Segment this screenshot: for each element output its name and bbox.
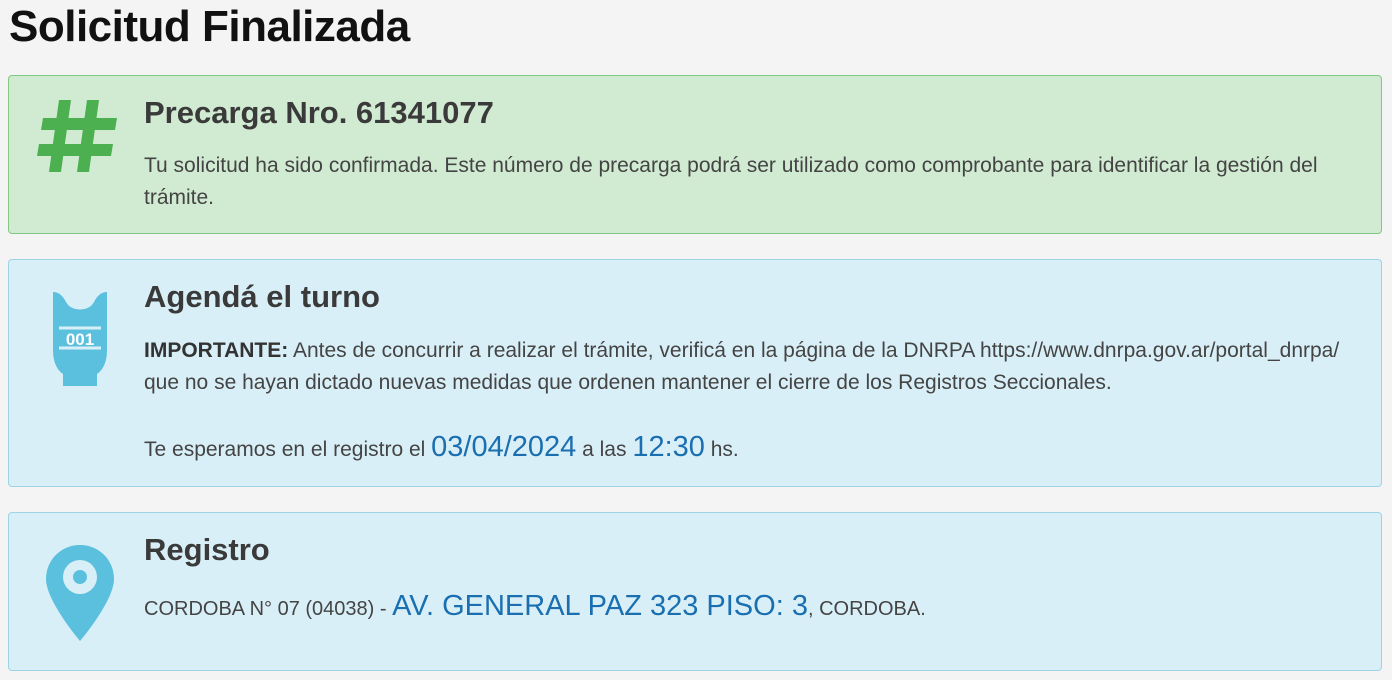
registro-suffix: , CORDOBA. bbox=[807, 598, 926, 620]
precarga-card: Precarga Nro. 61341077 Tu solicitud ha s… bbox=[8, 75, 1382, 234]
registro-card: Registro CORDOBA N° 07 (04038) - AV. GEN… bbox=[8, 512, 1382, 671]
important-text: Antes de concurrir a realizar el trámite… bbox=[144, 339, 1340, 394]
appointment-time: 12:30 bbox=[632, 431, 705, 463]
registro-street: AV. GENERAL PAZ 323 PISO: 3 bbox=[392, 590, 808, 622]
ticket-icon: 001 bbox=[49, 290, 111, 395]
page-title: Solicitud Finalizada bbox=[9, 2, 410, 51]
location-pin-icon bbox=[44, 543, 116, 648]
turno-schedule: Te esperamos en el registro el 03/04/202… bbox=[144, 431, 1361, 466]
important-label: IMPORTANTE: bbox=[144, 339, 289, 362]
hash-icon bbox=[37, 98, 121, 179]
wait-prefix: Te esperamos en el registro el bbox=[144, 438, 432, 461]
time-suffix: hs. bbox=[704, 438, 739, 461]
appointment-date: 03/04/2024 bbox=[431, 431, 577, 463]
turno-card: 001 Agendá el turno IMPORTANTE: Antes de… bbox=[8, 259, 1382, 487]
time-prefix: a las bbox=[576, 438, 633, 461]
registro-prefix: CORDOBA N° 07 (04038) - bbox=[144, 598, 393, 620]
registro-title: Registro bbox=[144, 532, 270, 567]
ticket-number: 001 bbox=[66, 330, 94, 349]
precarga-message: Tu solicitud ha sido confirmada. Este nú… bbox=[144, 154, 1318, 209]
turno-title: Agendá el turno bbox=[144, 279, 380, 314]
registro-address: CORDOBA N° 07 (04038) - AV. GENERAL PAZ … bbox=[144, 590, 1361, 626]
precarga-title: Precarga Nro. 61341077 bbox=[144, 95, 494, 130]
turno-important: IMPORTANTE: Antes de concurrir a realiza… bbox=[144, 335, 1361, 398]
